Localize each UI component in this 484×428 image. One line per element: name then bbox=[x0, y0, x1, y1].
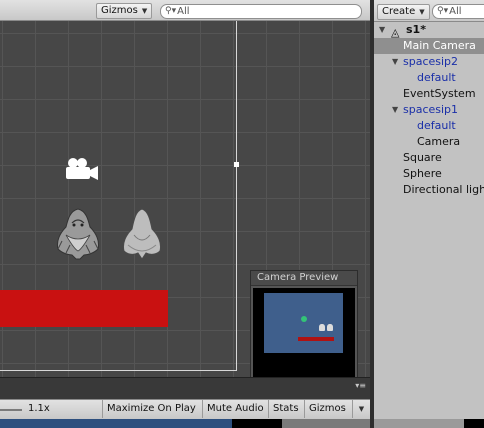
spaceship-sprite-1[interactable] bbox=[52, 205, 104, 261]
game-view-render bbox=[0, 419, 370, 428]
camera-preview-panel: Camera Preview bbox=[250, 270, 358, 377]
preview-red-square bbox=[298, 337, 334, 341]
scale-slider[interactable] bbox=[0, 409, 22, 411]
tab-menu-icon[interactable]: ▾≡ bbox=[355, 381, 366, 390]
game-view-toolbar: 1.1x Maximize On Play Mute Audio Stats G… bbox=[0, 399, 370, 419]
caret-down-icon[interactable]: ▼ bbox=[352, 400, 370, 418]
preview-spaceship-1 bbox=[319, 324, 325, 331]
game-view-background bbox=[0, 419, 232, 428]
preview-sphere bbox=[301, 316, 307, 322]
camera-bounds-right-edge bbox=[236, 21, 237, 371]
scene-view: Gizmos ▼ ⚲▾ All Camera Preview ▾≡ 1.1x M… bbox=[0, 0, 370, 428]
hierarchy-item-label: EventSystem bbox=[403, 87, 476, 100]
scale-value: 1.1x bbox=[28, 403, 50, 414]
hierarchy-search-field[interactable]: ⚲▾ All bbox=[432, 4, 484, 19]
hierarchy-bottom-dark bbox=[464, 419, 484, 428]
gizmos-dropdown[interactable]: Gizmos ▼ bbox=[96, 3, 153, 19]
hierarchy-item-spacesip2[interactable]: ▼ spacesip2 bbox=[374, 54, 484, 70]
game-gizmos-toggle[interactable]: Gizmos bbox=[304, 400, 352, 418]
hierarchy-item-eventsystem[interactable]: EventSystem bbox=[374, 86, 484, 102]
caret-down-icon: ▼ bbox=[141, 7, 148, 15]
scene-viewport[interactable]: Camera Preview bbox=[0, 21, 370, 377]
expand-arrow-icon[interactable]: ▼ bbox=[392, 102, 398, 118]
hierarchy-item-label: Sphere bbox=[403, 167, 442, 180]
hierarchy-panel: Create ▼ ⚲▾ All ▼ ◬ s1* Main Camera ▼ sp… bbox=[374, 0, 484, 428]
caret-down-icon: ▼ bbox=[419, 8, 425, 16]
hierarchy-bottom-strip bbox=[374, 419, 484, 428]
red-square-sprite[interactable] bbox=[0, 290, 168, 327]
game-view-tab-bar: ▾≡ bbox=[0, 377, 370, 399]
maximize-on-play-toggle[interactable]: Maximize On Play bbox=[102, 400, 202, 418]
camera-preview-image bbox=[253, 288, 355, 377]
hierarchy-item-square[interactable]: Square bbox=[374, 150, 484, 166]
expand-arrow-icon[interactable]: ▼ bbox=[392, 54, 398, 70]
camera-bounds-bottom-edge bbox=[0, 370, 237, 371]
search-icon: ⚲▾ bbox=[437, 6, 449, 16]
scene-toolbar: Gizmos ▼ ⚲▾ All bbox=[0, 0, 370, 21]
stats-toggle[interactable]: Stats bbox=[268, 400, 304, 418]
scene-search-field[interactable]: ⚲▾ All bbox=[160, 4, 362, 19]
expand-arrow-icon[interactable]: ▼ bbox=[379, 22, 385, 38]
hierarchy-item-label: spacesip1 bbox=[403, 103, 459, 116]
hierarchy-item-default[interactable]: default bbox=[374, 118, 484, 134]
hierarchy-item-spacesip1[interactable]: ▼ spacesip1 bbox=[374, 102, 484, 118]
camera-preview-scene bbox=[264, 293, 343, 353]
hierarchy-item-label: default bbox=[417, 119, 456, 132]
hierarchy-item-label: Camera bbox=[417, 135, 461, 148]
create-label: Create bbox=[382, 6, 416, 17]
camera-bounds-handle[interactable] bbox=[234, 162, 239, 167]
hierarchy-item-sphere[interactable]: Sphere bbox=[374, 166, 484, 182]
camera-preview-title: Camera Preview bbox=[251, 271, 357, 286]
scene-root-row[interactable]: ▼ ◬ s1* bbox=[374, 22, 484, 39]
hierarchy-item-label: Square bbox=[403, 151, 442, 164]
hierarchy-item-label: default bbox=[417, 71, 456, 84]
hierarchy-item-default[interactable]: default bbox=[374, 70, 484, 86]
hierarchy-item-label: spacesip2 bbox=[403, 55, 459, 68]
hierarchy-item-label: Main Camera bbox=[403, 39, 476, 52]
hierarchy-item-label: Directional light bbox=[403, 183, 484, 196]
hierarchy-item-directional-light[interactable]: Directional light bbox=[374, 182, 484, 198]
search-icon: ⚲▾ bbox=[165, 6, 177, 16]
camera-gizmo-icon[interactable] bbox=[62, 155, 102, 183]
hierarchy-search-placeholder: All bbox=[449, 6, 462, 17]
hierarchy-item-camera[interactable]: Camera bbox=[374, 134, 484, 150]
spaceship-sprite-2[interactable] bbox=[116, 205, 168, 261]
scene-name: s1* bbox=[406, 23, 426, 36]
hierarchy-item-main-camera[interactable]: Main Camera bbox=[374, 38, 484, 54]
preview-spaceship-2 bbox=[327, 324, 333, 331]
mute-audio-toggle[interactable]: Mute Audio bbox=[202, 400, 268, 418]
gizmos-label: Gizmos bbox=[101, 5, 138, 16]
create-dropdown[interactable]: Create ▼ bbox=[377, 4, 430, 20]
scene-search-placeholder: All bbox=[177, 6, 190, 17]
game-view-border bbox=[282, 419, 370, 428]
hierarchy-toolbar: Create ▼ ⚲▾ All bbox=[374, 0, 484, 22]
